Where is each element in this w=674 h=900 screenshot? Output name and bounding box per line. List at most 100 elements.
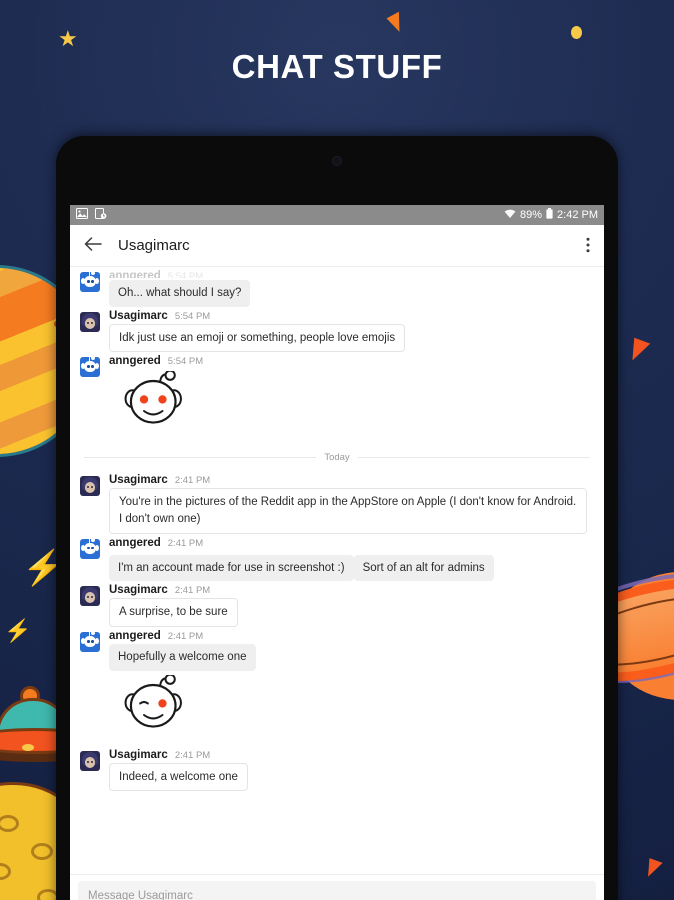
star-icon: ★ bbox=[58, 26, 78, 51]
message-bubble[interactable]: A surprise, to be sure bbox=[109, 598, 238, 628]
message-author: Usagimarc bbox=[109, 748, 168, 761]
message-author: Usagimarc bbox=[109, 584, 168, 597]
front-camera-icon bbox=[332, 156, 342, 166]
screenshot-clock-icon bbox=[95, 208, 107, 222]
back-arrow-icon[interactable] bbox=[84, 235, 110, 257]
message-content: Usagimarc 2:41 PM You're in the pictures o… bbox=[109, 474, 592, 534]
avatar-eye bbox=[91, 546, 94, 550]
message-input[interactable]: Message Usagimarc bbox=[78, 881, 596, 900]
message-row[interactable]: anngered 5:54 PM Oh... what should I say? bbox=[70, 267, 604, 307]
avatar-head bbox=[84, 276, 96, 287]
message-row[interactable]: Usagimarc 2:41 PM Indeed, a welcome one bbox=[70, 746, 604, 792]
blob-ring bbox=[31, 843, 53, 860]
phone-screen: 89% 2:42 PM Usagimarc anngered 5:54 PM O… bbox=[70, 205, 604, 900]
divider-label: Today bbox=[324, 452, 350, 464]
message-bubble[interactable]: Oh... what should I say? bbox=[109, 280, 251, 307]
avatar-antenna-ball bbox=[91, 272, 95, 275]
message-row[interactable]: anngered 5:54 PM bbox=[70, 352, 604, 442]
anngered-avatar[interactable] bbox=[80, 357, 100, 378]
yellow-dot-icon bbox=[571, 26, 582, 39]
status-bar-right: 89% 2:42 PM bbox=[504, 208, 598, 222]
message-row[interactable]: anngered 2:41 PM Hopefully a welcome one bbox=[70, 627, 604, 746]
blob-ring bbox=[0, 863, 11, 880]
status-bar-clock: 2:42 PM bbox=[557, 209, 598, 221]
anngered-avatar[interactable] bbox=[80, 632, 100, 653]
page-title: CHAT STUFF bbox=[231, 48, 443, 85]
message-content: anngered 5:54 PM bbox=[109, 355, 592, 442]
message-meta: anngered 5:54 PM bbox=[109, 355, 592, 367]
message-bubble[interactable]: You're in the pictures of the Reddit app… bbox=[109, 488, 587, 534]
message-meta: anngered 5:54 PM bbox=[109, 270, 592, 278]
message-timestamp: 2:41 PM bbox=[174, 585, 211, 597]
avatar-eye bbox=[91, 280, 94, 283]
message-bubble[interactable]: Hopefully a welcome one bbox=[109, 644, 256, 671]
message-meta: Usagimarc 2:41 PM bbox=[109, 584, 592, 596]
usagimarc-avatar[interactable] bbox=[80, 311, 100, 332]
status-bar: 89% 2:42 PM bbox=[70, 205, 604, 225]
avatar-eye bbox=[91, 321, 93, 324]
more-vertical-icon[interactable] bbox=[586, 237, 590, 254]
avatar-eye bbox=[87, 280, 90, 283]
message-bubble[interactable]: Indeed, a welcome one bbox=[109, 762, 248, 792]
message-content: Usagimarc 5:54 PM Idk just use an emoji or… bbox=[109, 310, 592, 353]
message-row[interactable]: Usagimarc 5:54 PM Idk just use an emoji or… bbox=[70, 307, 604, 353]
date-divider: Today bbox=[70, 442, 604, 471]
avatar-eye bbox=[87, 640, 90, 643]
message-author: anngered bbox=[109, 536, 161, 549]
message-author: anngered bbox=[109, 355, 161, 368]
message-meta: anngered 2:41 PM bbox=[109, 537, 592, 549]
message-meta: Usagimarc 2:41 PM bbox=[109, 749, 592, 761]
avatar-eye bbox=[87, 365, 90, 368]
image-icon bbox=[76, 208, 88, 222]
ufo-light bbox=[22, 744, 34, 751]
message-meta: Usagimarc 5:54 PM bbox=[109, 310, 592, 322]
usagimarc-avatar[interactable] bbox=[80, 750, 100, 771]
avatar-antenna-ball bbox=[91, 538, 95, 542]
avatar-eye bbox=[91, 640, 94, 643]
message-author: Usagimarc bbox=[109, 309, 168, 322]
anngered-avatar[interactable] bbox=[80, 272, 100, 292]
lightning-bolt-icon: ⚡ bbox=[4, 618, 32, 643]
snoo-emoji[interactable] bbox=[123, 673, 592, 740]
message-input-placeholder: Message Usagimarc bbox=[88, 890, 193, 900]
message-author: anngered bbox=[109, 270, 161, 278]
snoo-emoji[interactable] bbox=[123, 369, 592, 436]
battery-icon bbox=[546, 208, 553, 222]
message-timestamp: 2:41 PM bbox=[167, 631, 204, 643]
wifi-icon bbox=[504, 209, 516, 222]
message-bubble[interactable]: Idk just use an emoji or something, peop… bbox=[109, 323, 406, 353]
avatar-eye bbox=[91, 760, 93, 763]
message-author: anngered bbox=[109, 630, 161, 643]
message-bubble[interactable]: I'm an account made for use in screensho… bbox=[109, 554, 354, 582]
message-timestamp: 5:54 PM bbox=[167, 271, 204, 278]
message-row[interactable]: anngered 2:41 PM I'm an account made for u… bbox=[70, 534, 604, 582]
divider-line bbox=[357, 457, 591, 459]
conversation-title: Usagimarc bbox=[118, 237, 190, 254]
anngered-avatar[interactable] bbox=[80, 538, 100, 559]
message-author: Usagimarc bbox=[109, 474, 168, 487]
message-meta: anngered 2:41 PM bbox=[109, 630, 592, 642]
status-bar-left bbox=[76, 208, 107, 222]
message-list[interactable]: anngered 5:54 PM Oh... what should I say? U… bbox=[70, 267, 604, 874]
message-row[interactable]: Usagimarc 2:41 PM A surprise, to be sure bbox=[70, 581, 604, 628]
app-bar: Usagimarc bbox=[70, 225, 604, 267]
avatar-eye bbox=[91, 365, 94, 368]
usagimarc-avatar[interactable] bbox=[80, 476, 100, 497]
message-row[interactable]: Usagimarc 2:41 PM You're in the pictures o… bbox=[70, 471, 604, 534]
avatar-eye bbox=[87, 546, 90, 550]
message-timestamp: 5:54 PM bbox=[174, 310, 211, 322]
message-bubble[interactable]: Sort of an alt for admins bbox=[353, 554, 494, 582]
blob-ring bbox=[0, 815, 19, 832]
avatar-eye bbox=[87, 321, 89, 324]
avatar-antenna-ball bbox=[91, 357, 95, 361]
message-timestamp: 2:41 PM bbox=[174, 475, 211, 487]
avatar-head bbox=[84, 542, 96, 554]
avatar-eye bbox=[87, 760, 89, 763]
avatar-antenna-ball bbox=[91, 632, 95, 636]
avatar-head bbox=[84, 361, 96, 373]
message-content: Usagimarc 2:41 PM Indeed, a welcome one bbox=[109, 749, 592, 792]
message-content: anngered 5:54 PM Oh... what should I say? bbox=[109, 270, 592, 307]
divider-line bbox=[84, 457, 317, 459]
snoo-wink-icon bbox=[124, 673, 182, 728]
usagimarc-avatar[interactable] bbox=[80, 586, 100, 607]
